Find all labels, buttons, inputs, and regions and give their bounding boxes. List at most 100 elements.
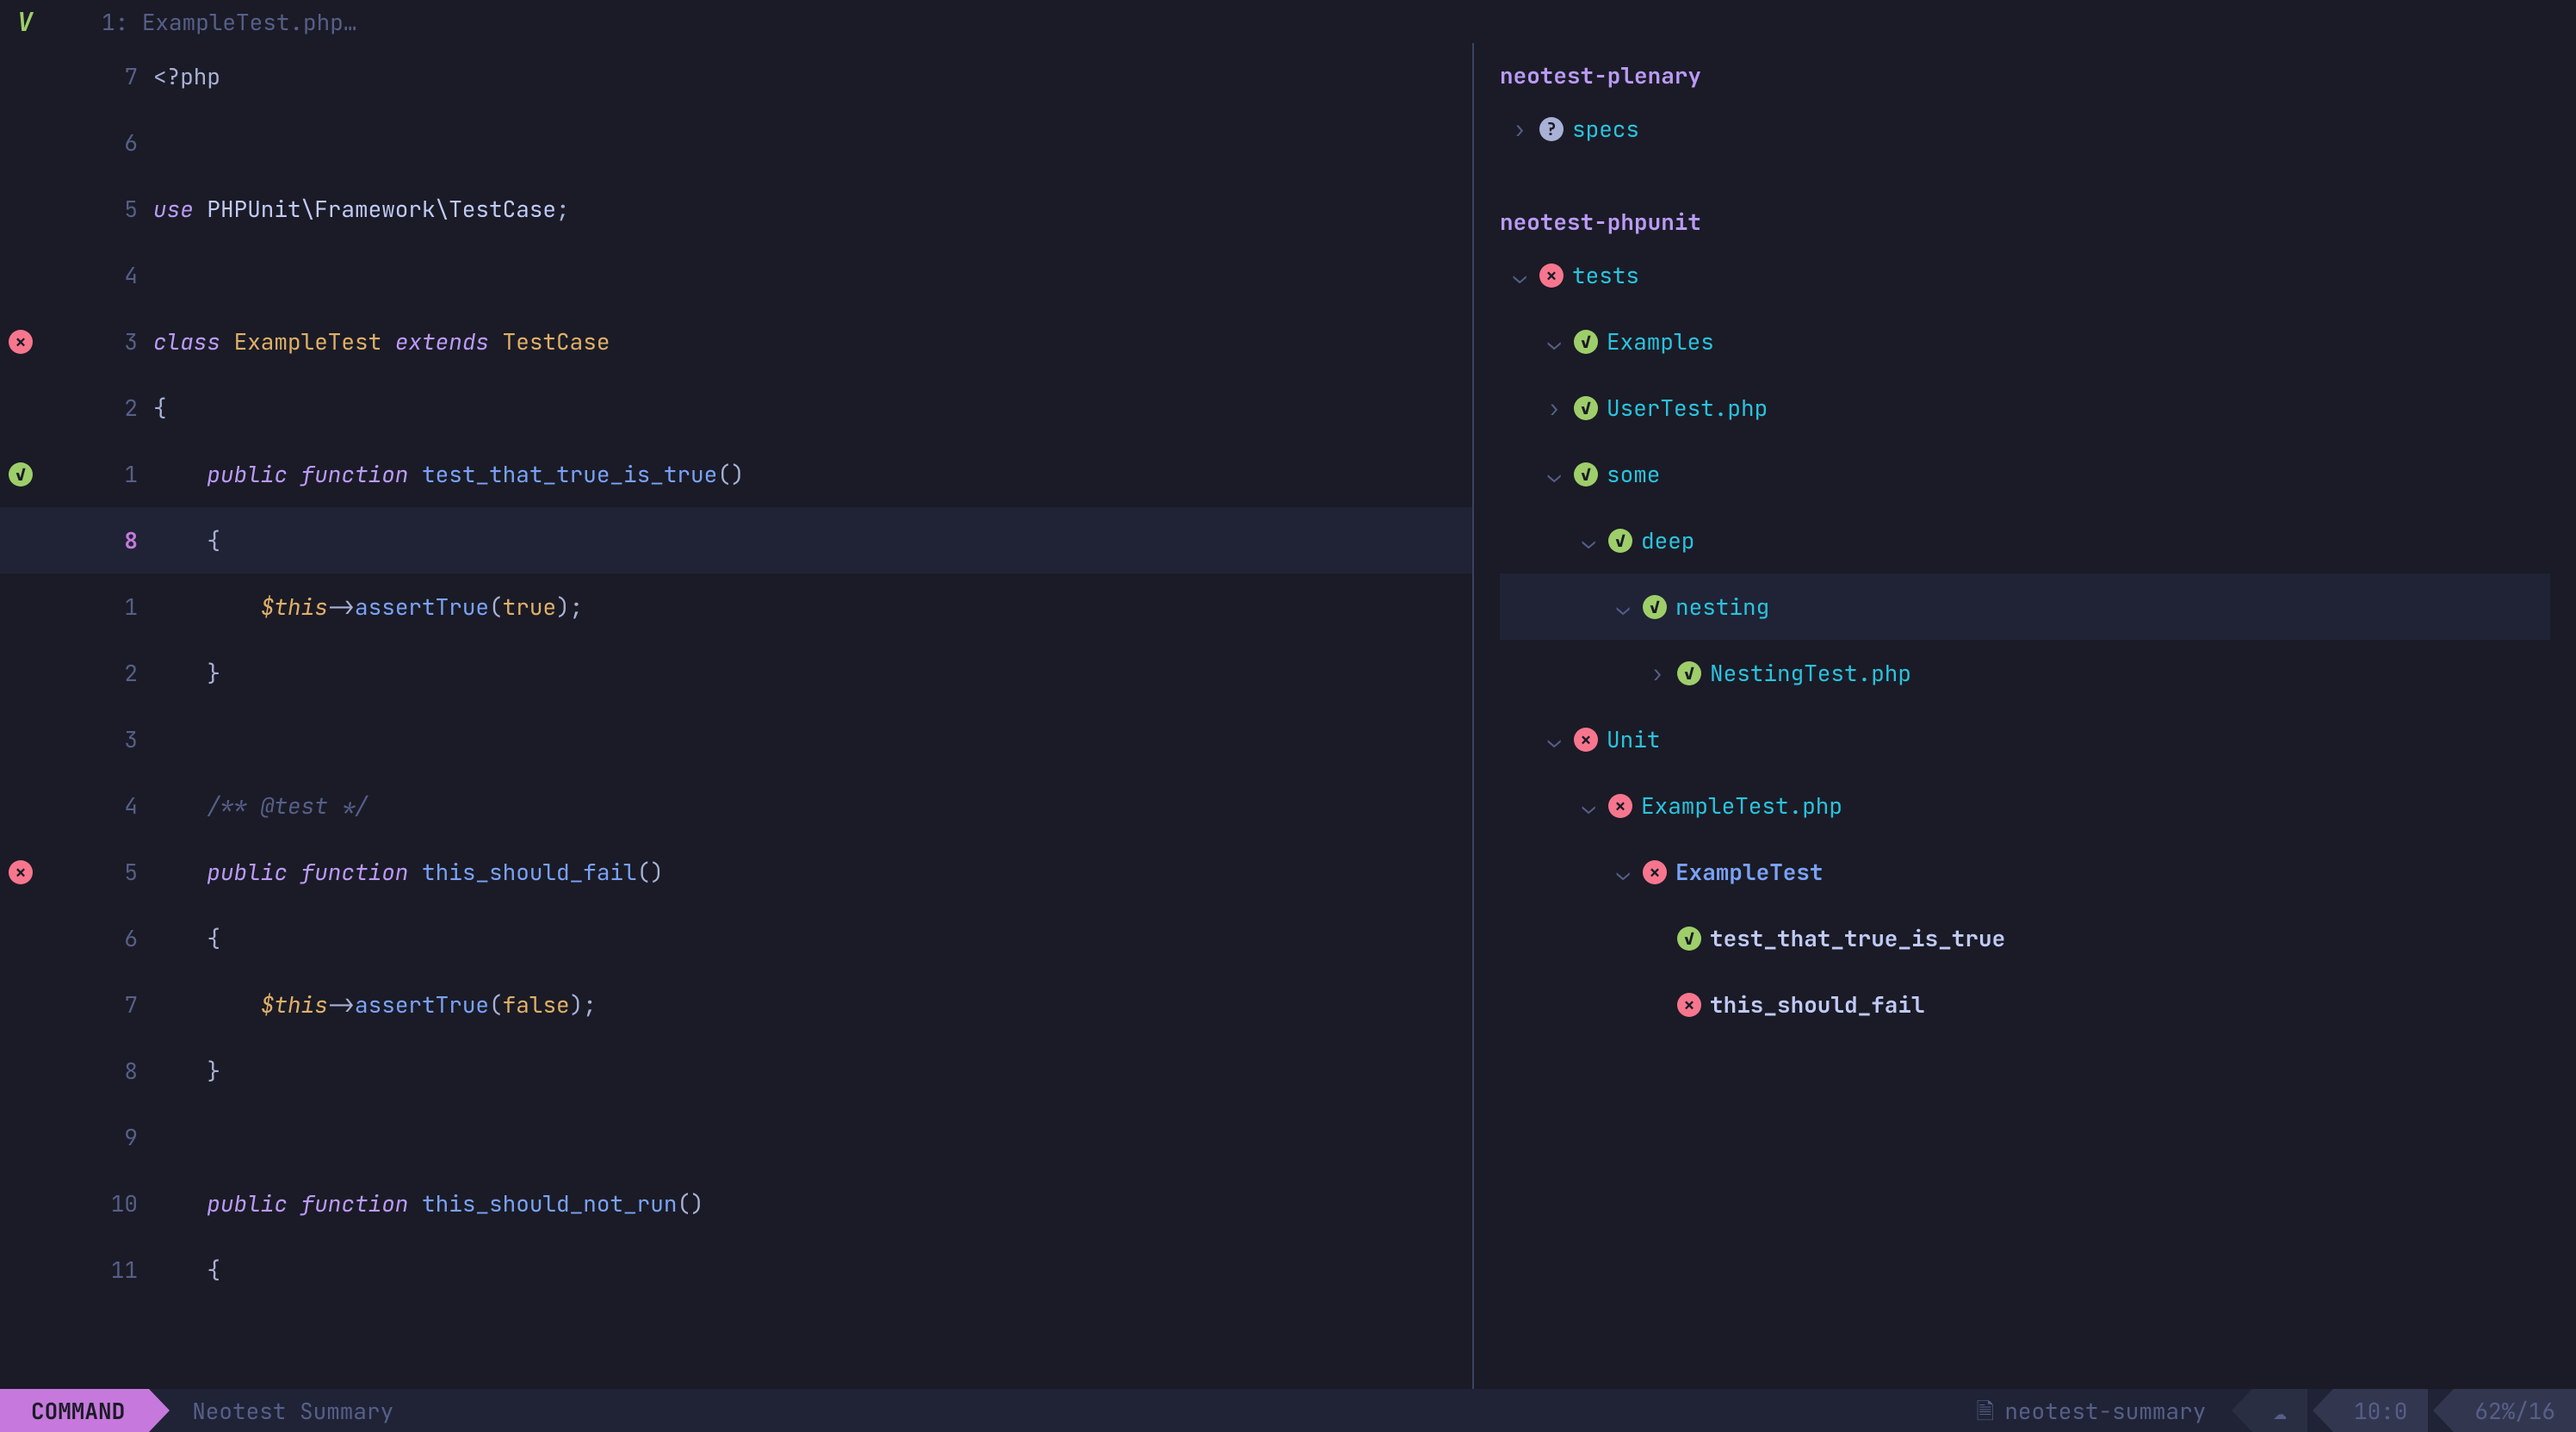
- code-line[interactable]: ✓1 public function test_that_true_is_tru…: [0, 441, 1472, 507]
- code-line[interactable]: ✕5 public function this_should_fail(): [0, 839, 1472, 905]
- chevron-down-icon[interactable]: ⌄: [1612, 855, 1634, 889]
- code-line[interactable]: 3: [0, 706, 1472, 772]
- code-content[interactable]: <?php: [153, 43, 1472, 109]
- chevron-down-icon[interactable]: ⌄: [1577, 789, 1600, 822]
- tab-index[interactable]: 1:: [102, 5, 128, 39]
- sign-column: ✓: [0, 441, 41, 507]
- test-fail-icon: ✕: [1574, 728, 1598, 752]
- chevron-right-icon[interactable]: ›: [1646, 656, 1669, 690]
- chevron-down-icon[interactable]: ⌄: [1543, 722, 1565, 756]
- sign-column: [0, 706, 41, 772]
- chevron-right-icon[interactable]: ›: [1543, 391, 1565, 425]
- sign-column: [0, 109, 41, 176]
- sign-column: ✕: [0, 308, 41, 375]
- code-content[interactable]: {: [153, 375, 1472, 441]
- code-line[interactable]: 2{: [0, 375, 1472, 441]
- sign-column: [0, 375, 41, 441]
- code-line[interactable]: 9: [0, 1104, 1472, 1170]
- tree-item[interactable]: ✓test_that_true_is_true: [1500, 905, 2550, 971]
- test-pass-icon: ✓: [9, 462, 33, 487]
- code-line[interactable]: 11 {: [0, 1237, 1472, 1303]
- tree-item[interactable]: ⌄✕ExampleTest.php: [1500, 772, 2550, 839]
- code-line[interactable]: 4: [0, 242, 1472, 308]
- chevron-down-icon[interactable]: ⌄: [1577, 524, 1600, 557]
- code-content[interactable]: }: [153, 640, 1472, 706]
- tree-item[interactable]: ⌄✕ExampleTest: [1500, 839, 2550, 905]
- code-content[interactable]: class ExampleTest extends TestCase: [153, 308, 1472, 375]
- tree-item[interactable]: ›✓UserTest.php: [1500, 375, 2550, 441]
- code-content[interactable]: {: [153, 1237, 1472, 1303]
- tree-item[interactable]: ⌄✓some: [1500, 441, 2550, 507]
- tree-item-label: NestingTest.php: [1710, 656, 1911, 690]
- code-content[interactable]: $this->assertTrue(false);: [153, 971, 1472, 1038]
- tree-item[interactable]: ⌄✓deep: [1500, 507, 2550, 573]
- tree-item-label: deep: [1641, 524, 1694, 557]
- code-line[interactable]: 6: [0, 109, 1472, 176]
- line-number: 2: [41, 640, 153, 706]
- code-content[interactable]: /** @test */: [153, 772, 1472, 839]
- chevron-down-icon[interactable]: ⌄: [1543, 457, 1565, 491]
- test-pass-icon: ✓: [1574, 462, 1598, 487]
- code-content[interactable]: [153, 242, 1472, 308]
- code-content[interactable]: public function test_that_true_is_true(): [153, 441, 1472, 507]
- code-line[interactable]: 8 {: [0, 507, 1472, 573]
- chevron-down-icon[interactable]: ⌄: [1612, 590, 1634, 623]
- tab-filename[interactable]: ExampleTest.php…: [142, 5, 357, 39]
- tree-item-label: nesting: [1675, 590, 1769, 623]
- code-content[interactable]: {: [153, 507, 1472, 573]
- statusline-file: 🗎 neotest-summary: [1955, 1389, 2226, 1432]
- code-content[interactable]: use PHPUnit\Framework\TestCase;: [153, 176, 1472, 242]
- adapter-title: neotest-phpunit: [1500, 205, 2550, 239]
- test-pass-icon: ✓: [1574, 396, 1598, 420]
- line-number: 3: [41, 308, 153, 375]
- code-line[interactable]: 4 /** @test */: [0, 772, 1472, 839]
- test-fail-icon: ✕: [1643, 860, 1667, 884]
- test-fail-icon: ✕: [1539, 263, 1564, 288]
- tree-item-label: Unit: [1607, 722, 1660, 756]
- code-content[interactable]: }: [153, 1038, 1472, 1104]
- tree-item[interactable]: ⌄ ✕ Unit: [1500, 706, 2550, 772]
- main-split: 7<?php65use PHPUnit\Framework\TestCase;4…: [0, 43, 2576, 1389]
- editor-pane[interactable]: 7<?php65use PHPUnit\Framework\TestCase;4…: [0, 43, 1472, 1389]
- code-content[interactable]: [153, 109, 1472, 176]
- line-number: 7: [41, 43, 153, 109]
- code-content[interactable]: public function this_should_not_run(): [153, 1170, 1472, 1237]
- tree-item-label: test_that_true_is_true: [1710, 921, 2005, 955]
- cloud-icon: ☁: [2273, 1394, 2287, 1428]
- chevron-right-icon[interactable]: ›: [1508, 112, 1531, 146]
- tree-item[interactable]: ⌄✓Examples: [1500, 308, 2550, 375]
- chevron-down-icon[interactable]: ⌄: [1508, 258, 1531, 292]
- code-content[interactable]: {: [153, 905, 1472, 971]
- code-line[interactable]: ✕3class ExampleTest extends TestCase: [0, 308, 1472, 375]
- line-number: 9: [41, 1104, 153, 1170]
- code-content[interactable]: [153, 1104, 1472, 1170]
- code-line[interactable]: 10 public function this_should_not_run(): [0, 1170, 1472, 1237]
- sign-column: [0, 905, 41, 971]
- sign-column: [0, 43, 41, 109]
- line-number: 5: [41, 839, 153, 905]
- neotest-summary-pane[interactable]: neotest-plenary›?specsneotest-phpunit⌄✕t…: [1474, 43, 2576, 1389]
- code-line[interactable]: 2 }: [0, 640, 1472, 706]
- code-content[interactable]: [153, 706, 1472, 772]
- tree-item[interactable]: ›?specs: [1500, 96, 2550, 162]
- code-line[interactable]: 1 $this->assertTrue(true);: [0, 573, 1472, 640]
- code-content[interactable]: public function this_should_fail(): [153, 839, 1472, 905]
- sign-column: [0, 1170, 41, 1237]
- tab-bar: V 1: ExampleTest.php…: [0, 0, 2576, 43]
- code-line[interactable]: 7 $this->assertTrue(false);: [0, 971, 1472, 1038]
- tree-item[interactable]: ›✓NestingTest.php: [1500, 640, 2550, 706]
- tree-item[interactable]: ✕this_should_fail: [1500, 971, 2550, 1038]
- line-number: 2: [41, 375, 153, 441]
- chevron-down-icon[interactable]: ⌄: [1543, 325, 1565, 358]
- line-number: 4: [41, 772, 153, 839]
- line-number: 6: [41, 905, 153, 971]
- code-line[interactable]: 7<?php: [0, 43, 1472, 109]
- tree-item[interactable]: ⌄✕tests: [1500, 242, 2550, 308]
- line-number: 7: [41, 971, 153, 1038]
- tree-item[interactable]: ⌄✓nesting: [1500, 573, 2550, 640]
- code-line[interactable]: 5use PHPUnit\Framework\TestCase;: [0, 176, 1472, 242]
- code-line[interactable]: 8 }: [0, 1038, 1472, 1104]
- code-content[interactable]: $this->assertTrue(true);: [153, 573, 1472, 640]
- line-number: 3: [41, 706, 153, 772]
- code-line[interactable]: 6 {: [0, 905, 1472, 971]
